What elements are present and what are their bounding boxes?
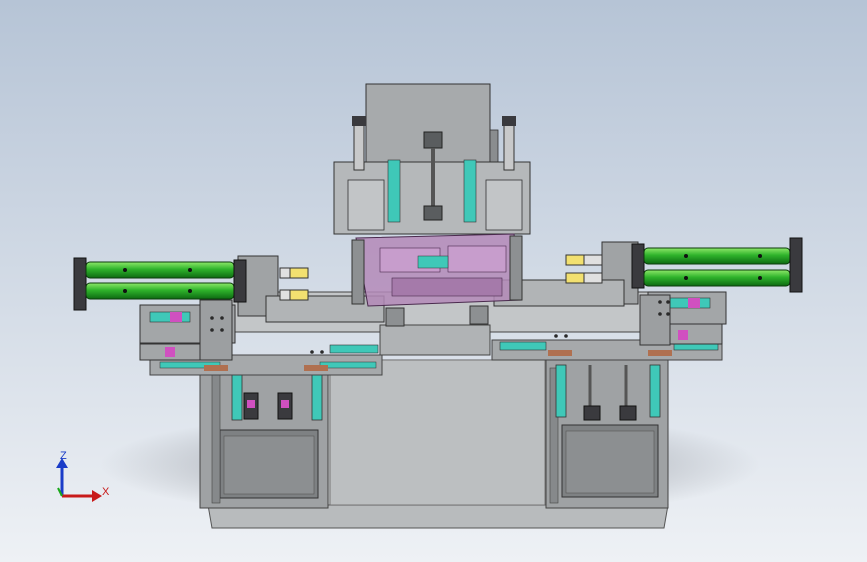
cad-viewport[interactable]: Z X bbox=[0, 0, 867, 562]
cad-model-scene[interactable] bbox=[0, 0, 867, 562]
triad-axes bbox=[56, 458, 102, 502]
z-axis-label: Z bbox=[60, 450, 67, 462]
right-clamp-block bbox=[639, 291, 727, 346]
x-axis-label: X bbox=[102, 486, 110, 498]
coordinate-triad: Z X bbox=[40, 446, 120, 516]
base-frame bbox=[199, 359, 669, 529]
